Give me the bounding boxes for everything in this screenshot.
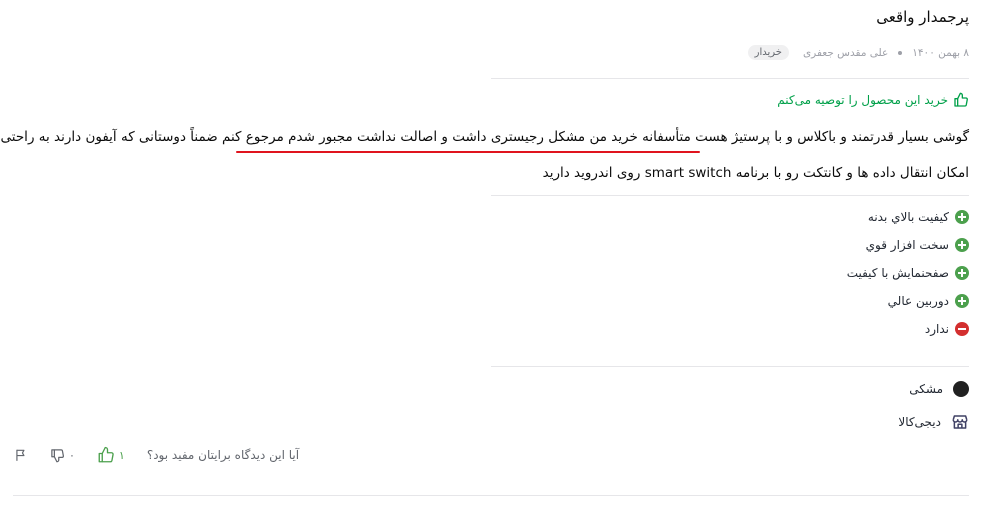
thumbs-up-icon [953, 92, 969, 108]
separator-dot [898, 50, 903, 55]
review-card: پرجمدار واقعی ۸ بهمن ۱۴۰۰ علی مقدس جعفری… [0, 0, 987, 509]
buyer-badge: خریدار [747, 45, 789, 60]
positive-point-text: دوربین عالي [887, 294, 949, 308]
like-count: ۱ [118, 448, 125, 462]
divider-body [491, 195, 969, 196]
positive-point-text: سخت افزار قوي [865, 238, 949, 252]
plus-circle-icon [955, 294, 969, 308]
review-title: پرجمدار واقعی [876, 8, 969, 26]
review-date: ۸ بهمن ۱۴۰۰ [912, 46, 969, 59]
helpful-question: آیا این دیدگاه برایتان مفید بود؟ [146, 448, 300, 462]
positive-point: دوربین عالي [888, 294, 969, 308]
like-button[interactable]: ۱ [97, 446, 125, 464]
positive-point-text: صفحنمایش با کیفیت [846, 266, 949, 280]
highlight-underline [236, 151, 700, 153]
negative-point: ندارد [925, 322, 969, 336]
positive-point: صفحنمایش با کیفیت [847, 266, 969, 280]
review-body-line-2: امکان انتقال داده ها و کانتکت رو با برنا… [542, 165, 969, 181]
store-icon [951, 413, 969, 431]
dislike-count: ۰ [69, 448, 75, 462]
thumbs-down-icon [50, 448, 65, 463]
review-author: علی مقدس جعفری [802, 46, 889, 59]
color-attribute: مشکی [909, 381, 969, 397]
flag-icon [14, 448, 28, 462]
minus-circle-icon [955, 322, 969, 336]
report-button[interactable] [14, 448, 28, 462]
seller-name: دیجی‌کالا [898, 415, 941, 429]
positive-point: کیفیت بالاي بدنه [868, 210, 969, 224]
positive-point-text: کیفیت بالاي بدنه [867, 210, 949, 224]
divider-attributes [491, 366, 969, 367]
plus-circle-icon [955, 266, 969, 280]
dislike-button[interactable]: ۰ [50, 448, 75, 463]
plus-circle-icon [955, 210, 969, 224]
negative-point-text: ندارد [924, 322, 949, 336]
color-name: مشکی [909, 382, 943, 396]
divider-bottom [13, 495, 969, 496]
color-swatch [953, 381, 969, 397]
review-meta: ۸ بهمن ۱۴۰۰ علی مقدس جعفری خریدار [747, 45, 969, 60]
plus-circle-icon [955, 238, 969, 252]
recommendation: خرید این محصول را توصیه می‌کنم [777, 92, 969, 108]
review-body-line-1: گوشی بسیار قدرتمند و باکلاس و با پرستیژ … [0, 129, 969, 145]
thumbs-up-icon [97, 446, 115, 464]
divider-top [491, 78, 969, 79]
seller-attribute: دیجی‌کالا [898, 413, 969, 431]
positive-point: سخت افزار قوي [866, 238, 969, 252]
helpfulness-feedback: آیا این دیدگاه برایتان مفید بود؟ ۱ ۰ [14, 446, 299, 464]
recommendation-text: خرید این محصول را توصیه می‌کنم [777, 93, 948, 107]
